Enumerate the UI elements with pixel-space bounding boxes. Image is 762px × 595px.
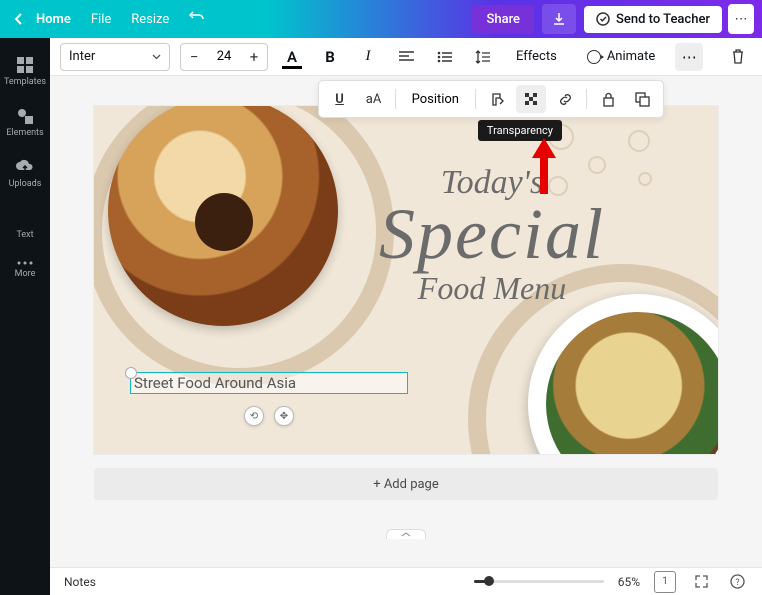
- floating-toolbar: U aA Position: [318, 80, 664, 118]
- send-teacher-button[interactable]: Send to Teacher: [584, 6, 722, 33]
- link-button[interactable]: [550, 85, 580, 113]
- zoom-value: 65%: [618, 575, 640, 589]
- animate-icon: [587, 50, 601, 64]
- share-button[interactable]: Share: [472, 5, 534, 34]
- bottom-bar: Notes 65% 1 ?: [50, 567, 762, 595]
- annotation-arrow: [530, 138, 558, 194]
- font-size-input[interactable]: [207, 49, 241, 64]
- sidebar-uploads[interactable]: Uploads: [0, 148, 50, 199]
- more-top-button[interactable]: ⋯: [728, 4, 754, 34]
- home-nav[interactable]: Home: [36, 12, 71, 27]
- collapse-handle[interactable]: [386, 529, 426, 539]
- title-main: Special: [342, 206, 642, 264]
- subtitle-2: Food Menu: [342, 270, 642, 307]
- top-bar: Home File Resize Share Send to Teacher ⋯: [0, 0, 762, 38]
- canvas-area: Today's Special Food Menu Street Food Ar…: [50, 76, 762, 567]
- delete-button[interactable]: [724, 43, 752, 71]
- food-image-1[interactable]: [108, 106, 338, 326]
- lock-button[interactable]: [593, 85, 623, 113]
- text-case-button[interactable]: aA: [359, 85, 389, 113]
- italic-button[interactable]: I: [354, 43, 382, 71]
- style-copy-button[interactable]: [482, 85, 512, 113]
- zoom-slider[interactable]: [474, 580, 604, 583]
- page-count[interactable]: 1: [654, 571, 676, 593]
- design-canvas[interactable]: Today's Special Food Menu Street Food Ar…: [94, 106, 718, 454]
- spacing-button[interactable]: [468, 43, 496, 71]
- effects-button[interactable]: Effects: [506, 43, 567, 71]
- add-page-button[interactable]: + Add page: [94, 468, 718, 500]
- title-text-group[interactable]: Today's Special Food Menu: [342, 164, 642, 307]
- svg-text:?: ?: [735, 578, 739, 588]
- position-button[interactable]: Position: [402, 92, 469, 107]
- font-size-minus[interactable]: −: [181, 44, 207, 70]
- align-button[interactable]: [392, 43, 420, 71]
- notes-button[interactable]: Notes: [64, 575, 96, 589]
- sidebar-more[interactable]: More: [0, 250, 50, 289]
- sidebar-elements[interactable]: Elements: [0, 97, 50, 148]
- selected-textbox[interactable]: Street Food Around Asia: [130, 372, 408, 394]
- rotate-handle[interactable]: ⟲: [244, 406, 264, 426]
- sidebar-templates[interactable]: Templates: [0, 46, 50, 97]
- font-select[interactable]: Inter: [60, 43, 170, 71]
- file-nav[interactable]: File: [91, 12, 111, 27]
- underline-button[interactable]: U: [325, 85, 355, 113]
- undo-button[interactable]: [189, 10, 205, 28]
- text-toolbar: Inter − + A B I Effects Animate ⋯: [50, 38, 762, 76]
- font-size-plus[interactable]: +: [241, 44, 267, 70]
- back-button[interactable]: [8, 9, 28, 29]
- toolbar-more-button[interactable]: ⋯: [675, 43, 703, 71]
- transparency-button[interactable]: [516, 85, 546, 113]
- animate-button[interactable]: Animate: [577, 43, 665, 71]
- bold-button[interactable]: B: [316, 43, 344, 71]
- textbox-controls: ⟲ ✥: [244, 406, 294, 426]
- download-button[interactable]: [542, 4, 576, 34]
- move-handle[interactable]: ✥: [274, 406, 294, 426]
- help-button[interactable]: ?: [726, 571, 748, 593]
- duplicate-button[interactable]: [627, 85, 657, 113]
- sidebar-text[interactable]: Text: [0, 199, 50, 250]
- list-button[interactable]: [430, 43, 458, 71]
- font-size-stepper[interactable]: − +: [180, 43, 268, 71]
- text-color-button[interactable]: A: [278, 43, 306, 71]
- sidebar: Templates Elements Uploads Text More: [0, 38, 50, 595]
- resize-nav[interactable]: Resize: [131, 12, 169, 27]
- fullscreen-button[interactable]: [690, 571, 712, 593]
